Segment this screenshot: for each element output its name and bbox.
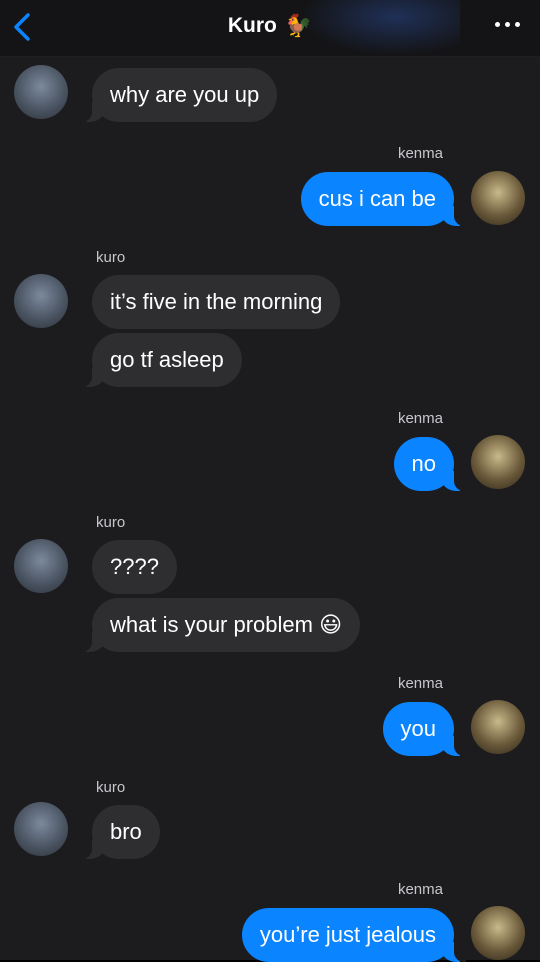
incoming-message-bubble[interactable]: bro bbox=[80, 805, 160, 859]
message-text: you bbox=[400, 716, 436, 741]
message-text: what is your problem bbox=[110, 612, 313, 637]
smiley-emoji: 😃 bbox=[319, 612, 343, 637]
conversation-header: Kuro 🐓 bbox=[0, 0, 540, 57]
message-text: ???? bbox=[110, 554, 159, 579]
outgoing-message-bubble[interactable]: you’re just jealous bbox=[241, 908, 467, 962]
incoming-message-bubble[interactable]: go tf asleep bbox=[80, 333, 242, 387]
kuro-avatar[interactable] bbox=[14, 539, 68, 593]
outgoing-message-bubble[interactable]: you bbox=[382, 702, 467, 756]
incoming-message-bubble[interactable]: what is your problem 😃 bbox=[79, 598, 361, 652]
kenma-avatar[interactable] bbox=[471, 171, 525, 225]
kenma-avatar[interactable] bbox=[471, 435, 525, 489]
sender-name: kenma bbox=[397, 675, 443, 692]
incoming-message-bubble[interactable]: ???? bbox=[92, 540, 177, 594]
message-text: you’re just jealous bbox=[259, 922, 436, 947]
message-text: why are you up bbox=[110, 82, 260, 107]
sender-name: kuro bbox=[96, 249, 126, 266]
rooster-emoji: 🐓 bbox=[284, 13, 313, 38]
contact-name: Kuro bbox=[227, 14, 277, 37]
sender-name: kuro bbox=[96, 779, 126, 796]
outgoing-message-bubble[interactable]: no bbox=[393, 437, 467, 491]
incoming-message-bubble[interactable]: why are you up bbox=[79, 68, 278, 122]
message-text: it’s five in the morning bbox=[110, 289, 323, 314]
kuro-avatar[interactable] bbox=[14, 274, 68, 328]
message-text: go tf asleep bbox=[110, 347, 224, 372]
kuro-avatar[interactable] bbox=[14, 65, 68, 119]
contact-title[interactable]: Kuro 🐓 bbox=[0, 13, 540, 39]
outgoing-message-bubble[interactable]: cus i can be bbox=[300, 172, 467, 226]
sender-name: kenma bbox=[397, 410, 443, 427]
kenma-avatar[interactable] bbox=[471, 906, 525, 960]
message-text: bro bbox=[110, 819, 142, 844]
sender-name: kenma bbox=[397, 881, 443, 898]
message-text: no bbox=[411, 451, 436, 476]
sender-name: kuro bbox=[96, 514, 126, 531]
more-options-icon[interactable] bbox=[495, 22, 520, 27]
message-text: cus i can be bbox=[318, 186, 436, 211]
incoming-message-bubble[interactable]: it’s five in the morning bbox=[92, 275, 341, 329]
kenma-avatar[interactable] bbox=[471, 700, 525, 754]
sender-name: kenma bbox=[397, 145, 443, 162]
message-thread: why are you up kenma cus i can be kuro i… bbox=[0, 57, 540, 962]
kuro-avatar[interactable] bbox=[14, 802, 68, 856]
